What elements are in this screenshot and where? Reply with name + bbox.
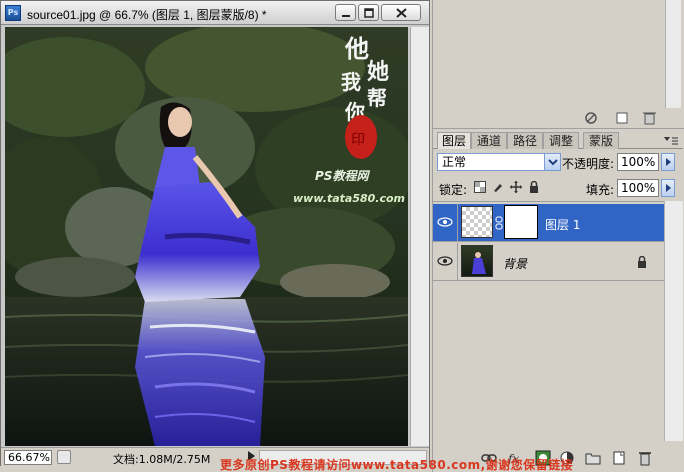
svg-text:印: 印 <box>351 132 365 148</box>
svg-text:我: 我 <box>341 70 361 94</box>
zoom-input[interactable]: 66.67% <box>4 450 52 465</box>
upper-panel-icons <box>433 110 683 126</box>
site-banner-watermark: 更多原创PS教程请访问www.tata580.com,谢谢您保留链接 <box>220 458 574 472</box>
lock-icon[interactable] <box>528 181 540 193</box>
layer-list: 图层 1 背景 <box>433 201 664 441</box>
eye-icon[interactable] <box>437 254 453 268</box>
layer-mask-thumbnail[interactable] <box>504 205 538 239</box>
opacity-input[interactable]: 100% <box>617 153 659 171</box>
divider <box>457 204 458 242</box>
photoshop-icon: Ps <box>5 5 21 21</box>
lock-icon <box>638 256 646 268</box>
layer-row[interactable]: 图层 1 <box>433 204 664 242</box>
document-window: Ps source01.jpg @ 66.7% (图层 1, 图层蒙版/8) * <box>0 0 430 466</box>
maximize-icon <box>364 8 374 18</box>
vertical-scrollbar[interactable] <box>410 27 429 446</box>
fill-input[interactable]: 100% <box>617 179 659 197</box>
layer-name[interactable]: 背景 <box>503 255 527 272</box>
chevron-down-icon[interactable] <box>544 154 560 170</box>
tab-paths[interactable]: 路径 <box>507 132 543 149</box>
chain-link-icon[interactable] <box>495 216 503 230</box>
close-button[interactable] <box>381 4 421 21</box>
layer-row[interactable]: 背景 <box>433 243 664 281</box>
document-info: 文档:1.08M/2.75M <box>113 453 211 466</box>
panel-menu-icon[interactable] <box>663 136 679 146</box>
no-symbol-icon[interactable] <box>585 112 597 124</box>
minimize-button[interactable] <box>335 4 356 21</box>
divider <box>457 243 458 281</box>
layer-thumbnail[interactable] <box>461 206 493 238</box>
fill-slider-button[interactable] <box>661 179 675 197</box>
layers-panel: 图层 通道 路径 调整 蒙版 正常 不透明度: 100% 锁定: 填充: 100… <box>432 128 684 472</box>
fill-label: 填充: <box>586 183 615 197</box>
svg-text:她: 她 <box>367 59 389 85</box>
upper-panel <box>432 0 684 128</box>
canvas-watermark-url: www.tata580.com <box>293 192 406 205</box>
trash-icon[interactable] <box>637 450 653 466</box>
status-menu-button[interactable] <box>57 450 71 464</box>
layers-scrollbar[interactable] <box>664 201 683 441</box>
eye-icon[interactable] <box>437 215 453 229</box>
opacity-slider-button[interactable] <box>661 153 675 171</box>
tab-adjustments[interactable]: 调整 <box>543 132 579 149</box>
photo-image: 他 她 我 帮 你 印 <box>5 27 408 446</box>
close-icon <box>396 8 407 18</box>
new-group-icon[interactable] <box>585 450 601 466</box>
calligraphy-mark: 他 <box>344 34 369 63</box>
tab-channels[interactable]: 通道 <box>471 132 507 149</box>
minimize-icon <box>342 15 350 17</box>
tab-layers[interactable]: 图层 <box>437 132 471 149</box>
upper-panel-scrollbar[interactable] <box>665 0 681 108</box>
trash-icon[interactable] <box>643 112 656 125</box>
blend-mode-select[interactable]: 正常 <box>437 153 561 171</box>
layer-thumbnail[interactable] <box>461 245 493 277</box>
document-titlebar[interactable]: Ps source01.jpg @ 66.7% (图层 1, 图层蒙版/8) * <box>1 1 429 25</box>
image-canvas[interactable]: 他 她 我 帮 你 印 PS教程网 www.tata580.com <box>5 27 408 446</box>
watermark-site-name: PS教程网 <box>315 169 369 183</box>
photoshop-workspace: Ps source01.jpg @ 66.7% (图层 1, 图层蒙版/8) * <box>0 0 684 472</box>
layer-name[interactable]: 图层 1 <box>545 216 580 233</box>
move-icon[interactable] <box>510 181 522 193</box>
tab-masks[interactable]: 蒙版 <box>583 132 619 149</box>
lock-label: 锁定: <box>439 183 468 197</box>
lock-transparent-icon[interactable] <box>474 181 486 193</box>
new-layer-icon[interactable] <box>611 450 627 466</box>
document-title: source01.jpg @ 66.7% (图层 1, 图层蒙版/8) * <box>27 8 267 22</box>
canvas-watermark: PS教程网 <box>315 167 368 184</box>
blend-mode-value: 正常 <box>442 155 467 169</box>
svg-text:帮: 帮 <box>367 86 387 110</box>
panel-tabs: 图层 通道 路径 调整 蒙版 <box>433 131 683 149</box>
opacity-label: 不透明度: <box>562 157 615 171</box>
maximize-button[interactable] <box>358 4 379 21</box>
brush-icon[interactable] <box>492 181 504 193</box>
new-item-icon[interactable] <box>616 112 628 124</box>
